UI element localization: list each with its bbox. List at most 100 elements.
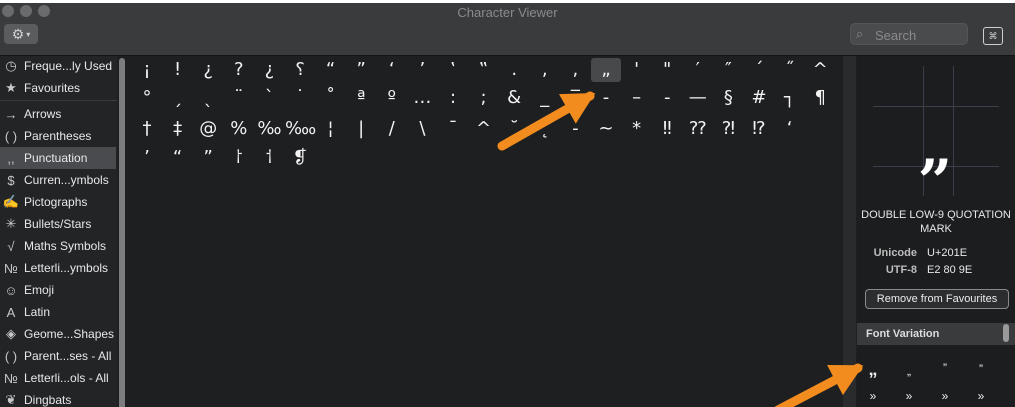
search-field[interactable]: ⌕ — [850, 23, 968, 45]
character-cell[interactable]: ” — [346, 58, 376, 82]
character-cell[interactable]: ¯ — [438, 117, 468, 141]
remove-from-favourites-button[interactable]: Remove from Favourites — [865, 289, 1009, 309]
font-variation-cell[interactable]: » — [971, 386, 991, 406]
character-cell[interactable]: / — [377, 117, 407, 141]
sidebar-item[interactable]: ✍ Pictographs — [0, 191, 116, 213]
font-variation-cell[interactable]: » — [863, 386, 883, 406]
sidebar-item[interactable]: ◈ Geome...Shapes — [0, 323, 116, 345]
font-variation-scrollbar[interactable] — [1003, 324, 1009, 342]
character-cell[interactable]: … — [407, 86, 437, 110]
font-variation-cell[interactable]: ” — [971, 359, 991, 379]
character-cell[interactable]: , — [530, 58, 560, 82]
character-cell[interactable]: ⁈ — [713, 117, 743, 141]
character-cell[interactable]: \ — [407, 117, 437, 141]
sidebar-item[interactable]: ,, Punctuation — [0, 147, 116, 169]
character-cell[interactable]: — — [683, 86, 713, 110]
character-cell[interactable]: ‘ — [775, 117, 805, 141]
character-cell[interactable]: ° — [132, 86, 162, 110]
character-cell[interactable]: ″ — [713, 58, 743, 82]
sidebar-item[interactable]: ☺ Emoji — [0, 279, 116, 301]
font-variation-cell[interactable]: „ — [863, 359, 883, 379]
character-cell[interactable]: ‡ — [163, 117, 193, 141]
grid-scrollbar[interactable] — [843, 56, 856, 407]
character-cell[interactable]: ⸷ — [224, 146, 254, 170]
character-cell[interactable]: ‟ — [469, 58, 499, 82]
character-cell[interactable]: ┐ — [775, 86, 805, 110]
character-cell[interactable]: ¨ — [224, 86, 254, 110]
character-cell[interactable]: ‛ — [438, 58, 468, 82]
character-cell[interactable]: ‱ — [285, 117, 316, 141]
sidebar-item[interactable]: ◷ Freque...ly Used — [0, 55, 116, 77]
character-cell[interactable]: ˚ — [316, 86, 346, 110]
character-cell[interactable]: “ — [163, 146, 193, 170]
character-cell[interactable]: § — [713, 86, 743, 110]
search-input[interactable] — [873, 25, 967, 45]
character-cell[interactable]: ¶ — [805, 86, 835, 110]
sidebar-item[interactable]: ★ Favourites — [0, 77, 116, 99]
sidebar-item[interactable]: ( ) Parentheses — [0, 125, 116, 147]
character-cell[interactable]: ; — [469, 86, 499, 110]
sidebar-item[interactable]: № Letterli...ols - All — [0, 367, 116, 389]
sidebar-item[interactable]: A Latin — [0, 301, 116, 323]
font-variation-cell[interactable]: » — [899, 386, 919, 406]
character-cell[interactable]: , — [560, 58, 590, 82]
character-cell[interactable]: - — [560, 117, 590, 141]
character-cell[interactable]: ¦ — [316, 117, 346, 141]
character-cell[interactable]: " — [652, 58, 682, 82]
character-cell[interactable]: & — [499, 86, 529, 110]
character-cell[interactable]: - — [652, 86, 682, 110]
character-cell[interactable]: @ — [193, 117, 223, 141]
character-cell[interactable]: ' — [622, 58, 652, 82]
character-cell[interactable]: ! — [163, 58, 193, 82]
character-cell[interactable]: ´ — [744, 58, 774, 82]
character-cell[interactable]: * — [622, 117, 652, 141]
character-cell[interactable]: ¡ — [132, 58, 162, 82]
character-cell[interactable]: ⸮ — [285, 58, 315, 82]
character-cell[interactable]: : — [438, 86, 468, 110]
character-cell[interactable]: ^ — [805, 58, 835, 82]
character-cell[interactable]: ⁉ — [744, 117, 774, 141]
character-cell[interactable]: - — [591, 86, 621, 110]
character-cell[interactable]: ’ — [132, 146, 162, 170]
sidebar-item[interactable]: √ Maths Symbols — [0, 235, 116, 257]
character-cell[interactable]: ª — [346, 86, 376, 110]
character-cell[interactable]: ” — [193, 146, 223, 170]
character-cell[interactable]: ˝ — [775, 58, 805, 82]
character-cell[interactable]: † — [132, 117, 162, 141]
font-variation-cell[interactable]: „ — [899, 361, 919, 381]
character-cell[interactable]: ‰ — [254, 117, 284, 141]
character-cell[interactable]: ‼ — [652, 117, 682, 141]
sidebar-item[interactable]: ❦ Dingbats — [0, 389, 116, 407]
character-cell[interactable]: . — [499, 58, 529, 82]
sidebar-item[interactable]: ✳ Bullets/Stars — [0, 213, 116, 235]
keyboard-viewer-button[interactable]: ⌘ — [983, 27, 1003, 45]
sidebar-scrollbar[interactable] — [119, 58, 125, 407]
character-cell[interactable]: ‾ — [560, 86, 590, 110]
sidebar-item[interactable]: $ Curren...ymbols — [0, 169, 116, 191]
character-cell[interactable]: ’ — [407, 58, 437, 82]
sidebar-item[interactable]: → Arrows — [0, 103, 116, 125]
character-cell[interactable]: ¿ — [254, 58, 284, 82]
character-cell[interactable]: ˏ — [163, 86, 193, 110]
character-cell[interactable]: ⸶ — [254, 146, 284, 170]
character-cell[interactable]: ˘ — [499, 117, 529, 141]
character-cell[interactable]: – — [622, 86, 652, 110]
font-variation-cell[interactable]: ” — [935, 358, 955, 378]
character-cell[interactable]: ¿ — [193, 58, 223, 82]
character-cell[interactable]: ˎ — [193, 86, 223, 110]
character-cell[interactable]: _ — [530, 86, 560, 110]
character-cell[interactable]: ` — [254, 86, 284, 110]
character-cell[interactable]: ~ — [591, 117, 621, 141]
character-cell[interactable]: # — [744, 86, 774, 110]
font-variation-header[interactable]: Font Variation — [857, 323, 1015, 345]
character-cell[interactable]: % — [224, 117, 254, 141]
character-cell[interactable]: º — [377, 86, 407, 110]
action-menu-button[interactable]: ⚙ ▾ — [4, 24, 38, 44]
character-cell[interactable]: “ — [316, 58, 346, 82]
character-cell[interactable]: ^ — [469, 117, 499, 141]
character-cell[interactable]: ‘ — [377, 58, 407, 82]
character-cell[interactable]: „ — [591, 58, 621, 82]
sidebar-item[interactable]: № Letterli...ymbols — [0, 257, 116, 279]
character-cell[interactable]: ⁇ — [683, 117, 713, 141]
character-cell[interactable]: ˛ — [530, 117, 560, 141]
